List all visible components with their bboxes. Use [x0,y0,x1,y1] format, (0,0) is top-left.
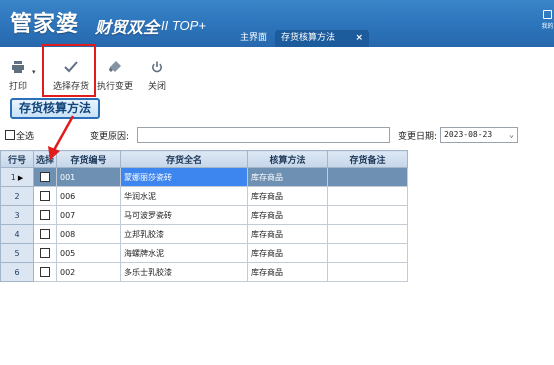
print-dropdown-icon[interactable]: ▾ [32,68,36,76]
close-tab-icon[interactable]: × [355,30,363,47]
row-checkbox[interactable] [40,267,50,277]
row-number-cell: 6 [0,262,34,282]
print-label: 打印 [8,82,27,92]
app-header: 管家婆 财贸双全 II TOP+ 主界面 存货核算方法 × 我的 [0,0,554,47]
printer-icon [6,61,30,75]
remark-cell[interactable] [327,167,408,187]
column-header-remark: 存货备注 [327,150,408,168]
row-checkbox[interactable] [40,229,50,239]
execute-change-label: 执行变更 [96,82,133,92]
name-cell[interactable]: 立邦乳胶漆 [120,224,248,244]
method-cell[interactable]: 库存商品 [247,262,328,282]
select-all-label: 全选 [16,132,35,142]
row-checkbox[interactable] [40,172,50,182]
brand-subtitle: 财贸双全 [95,18,160,37]
remark-cell[interactable] [327,243,408,263]
table-header-row: 行号 选择 存货编号 存货全名 核算方法 存货备注 [0,150,408,168]
chevron-down-icon[interactable]: ⌄ [509,128,514,142]
row-number-cell: 1 ▶ [0,167,34,187]
row-number-cell: 2 [0,186,34,206]
row-number-cell: 4 [0,224,34,244]
page-title: 存货核算方法 [10,98,100,119]
row-checkbox[interactable] [40,191,50,201]
name-cell[interactable]: 蒙娜丽莎瓷砖 [120,167,248,187]
select-all-checkbox[interactable] [5,130,15,140]
code-cell[interactable]: 002 [56,262,121,282]
code-cell[interactable]: 001 [56,167,121,187]
row-number-cell: 3 [0,205,34,225]
filter-bar: 全选 变更原因: 变更日期: 2023-08-23 ⌄ [0,125,554,145]
row-checkbox[interactable] [40,210,50,220]
remark-cell[interactable] [327,224,408,244]
column-header-method: 核算方法 [247,150,328,168]
name-cell[interactable]: 马可波罗瓷砖 [120,205,248,225]
column-header-code: 存货编号 [56,150,121,168]
close-label: 关闭 [147,82,166,92]
inventory-table: 行号 选择 存货编号 存货全名 核算方法 存货备注 1 ▶ 001 蒙娜丽莎瓷砖 … [0,150,408,282]
table-row[interactable]: 4 008 立邦乳胶漆 库存商品 [0,224,408,244]
code-cell[interactable]: 007 [56,205,121,225]
tab-inventory-costing-method[interactable]: 存货核算方法 × [275,30,369,47]
row-checkbox[interactable] [40,248,50,258]
method-cell[interactable]: 库存商品 [247,205,328,225]
brand-version: II TOP+ [161,18,206,33]
close-button[interactable]: 关闭 [145,61,169,92]
code-cell[interactable]: 008 [56,224,121,244]
remark-cell[interactable] [327,186,408,206]
method-cell[interactable]: 库存商品 [247,224,328,244]
change-date-label: 变更日期: [398,132,438,142]
window-icon [543,10,552,19]
remark-cell[interactable] [327,205,408,225]
table-row[interactable]: 3 007 马可波罗瓷砖 库存商品 [0,205,408,225]
column-header-name: 存货全名 [120,150,248,168]
table-row[interactable]: 2 006 华润水泥 库存商品 [0,186,408,206]
current-row-icon: ▶ [17,173,24,182]
column-header-row-no: 行号 [0,150,34,168]
name-cell[interactable]: 华润水泥 [120,186,248,206]
print-button[interactable]: 打印 [6,61,30,92]
change-reason-label: 变更原因: [90,132,130,142]
tab-home[interactable]: 主界面 [234,30,273,47]
corner-menu-label: 我的 [541,23,554,30]
eraser-icon [94,61,136,75]
row-number-cell: 5 [0,243,34,263]
change-date-value: 2023-08-23 [444,130,493,139]
tab-label: 存货核算方法 [281,33,336,43]
method-cell[interactable]: 库存商品 [247,243,328,263]
execute-change-button[interactable]: 执行变更 [94,61,136,92]
method-cell[interactable]: 库存商品 [247,167,328,187]
table-row[interactable]: 1 ▶ 001 蒙娜丽莎瓷砖 库存商品 [0,167,408,187]
corner-menu-button[interactable]: 我的 [541,10,554,34]
change-reason-input[interactable] [137,127,390,143]
change-date-picker[interactable]: 2023-08-23 ⌄ [440,127,518,143]
name-cell[interactable]: 多乐士乳胶漆 [120,262,248,282]
brand-logo: 管家婆 [10,11,80,37]
power-icon [145,61,169,75]
table-row[interactable]: 6 002 多乐士乳胶漆 库存商品 [0,262,408,282]
highlight-box [42,44,96,97]
code-cell[interactable]: 006 [56,186,121,206]
table-row[interactable]: 5 005 海螺牌水泥 库存商品 [0,243,408,263]
remark-cell[interactable] [327,262,408,282]
method-cell[interactable]: 库存商品 [247,186,328,206]
code-cell[interactable]: 005 [56,243,121,263]
name-cell[interactable]: 海螺牌水泥 [120,243,248,263]
column-header-select: 选择 [33,150,57,168]
